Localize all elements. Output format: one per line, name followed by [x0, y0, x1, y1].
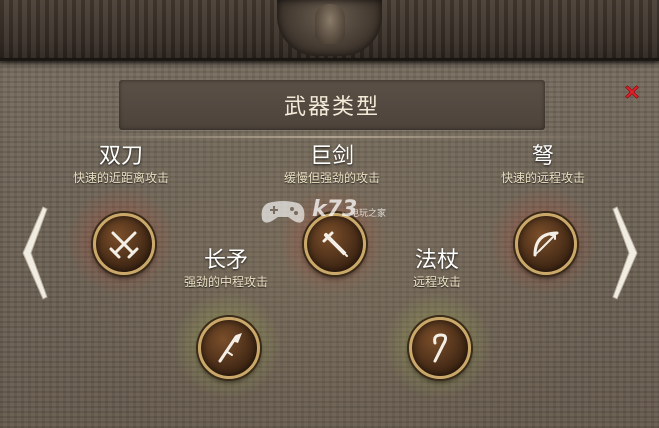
weapon-select-screen: 武器类型 双刀 快速的近距离攻击 巨剑 缓慢但强劲的攻击 弩 快速的远程攻击 长… [0, 0, 659, 428]
next-arrow-button[interactable] [611, 205, 641, 301]
weapon-description: 缓慢但强劲的攻击 [283, 171, 380, 185]
chevron-left-icon [22, 206, 48, 300]
title-bar: 武器类型 [119, 80, 545, 130]
weapon-description: 强劲的中程攻击 [183, 275, 268, 289]
crest-emblem [277, 0, 382, 56]
weapon-option-staff[interactable]: 法杖 远程攻击 [367, 248, 507, 290]
weapon-icon-button-crossbow[interactable] [515, 213, 577, 275]
top-frame [0, 0, 659, 66]
spear-icon [218, 333, 242, 363]
crest-face-icon [315, 4, 345, 44]
weapon-description: 远程攻击 [412, 275, 461, 289]
weapon-name: 长矛 [203, 248, 248, 273]
chevron-right-icon [612, 206, 638, 300]
divider [18, 136, 641, 138]
crossed-swords-icon [109, 231, 139, 259]
close-icon [625, 85, 639, 99]
weapon-name: 双刀 [98, 144, 143, 169]
weapon-option-dual-blades[interactable]: 双刀 快速的近距离攻击 [51, 144, 191, 186]
weapon-icon-button-spear[interactable] [198, 317, 260, 379]
weapon-name: 巨剑 [309, 144, 354, 169]
prev-arrow-button[interactable] [19, 205, 49, 301]
close-button[interactable] [619, 79, 645, 105]
weapon-name: 法杖 [414, 248, 459, 273]
weapon-description: 快速的近距离攻击 [72, 171, 169, 185]
staff-icon [433, 333, 448, 363]
weapon-icon-button-dual-blades[interactable] [93, 213, 155, 275]
bow-icon [533, 231, 559, 257]
weapon-option-greatsword[interactable]: 巨剑 缓慢但强劲的攻击 [262, 144, 402, 186]
gamepad-icon [261, 201, 305, 223]
weapon-description: 快速的远程攻击 [500, 171, 585, 185]
page-title: 武器类型 [283, 95, 380, 120]
weapon-name: 弩 [531, 144, 554, 169]
weapon-icon-button-staff[interactable] [409, 317, 471, 379]
sword-icon [322, 231, 348, 257]
weapon-option-crossbow[interactable]: 弩 快速的远程攻击 [473, 144, 613, 186]
weapon-option-spear[interactable]: 长矛 强劲的中程攻击 [156, 248, 296, 290]
weapon-icon-button-greatsword[interactable] [304, 213, 366, 275]
watermark-site: 电玩之家 [350, 209, 387, 219]
